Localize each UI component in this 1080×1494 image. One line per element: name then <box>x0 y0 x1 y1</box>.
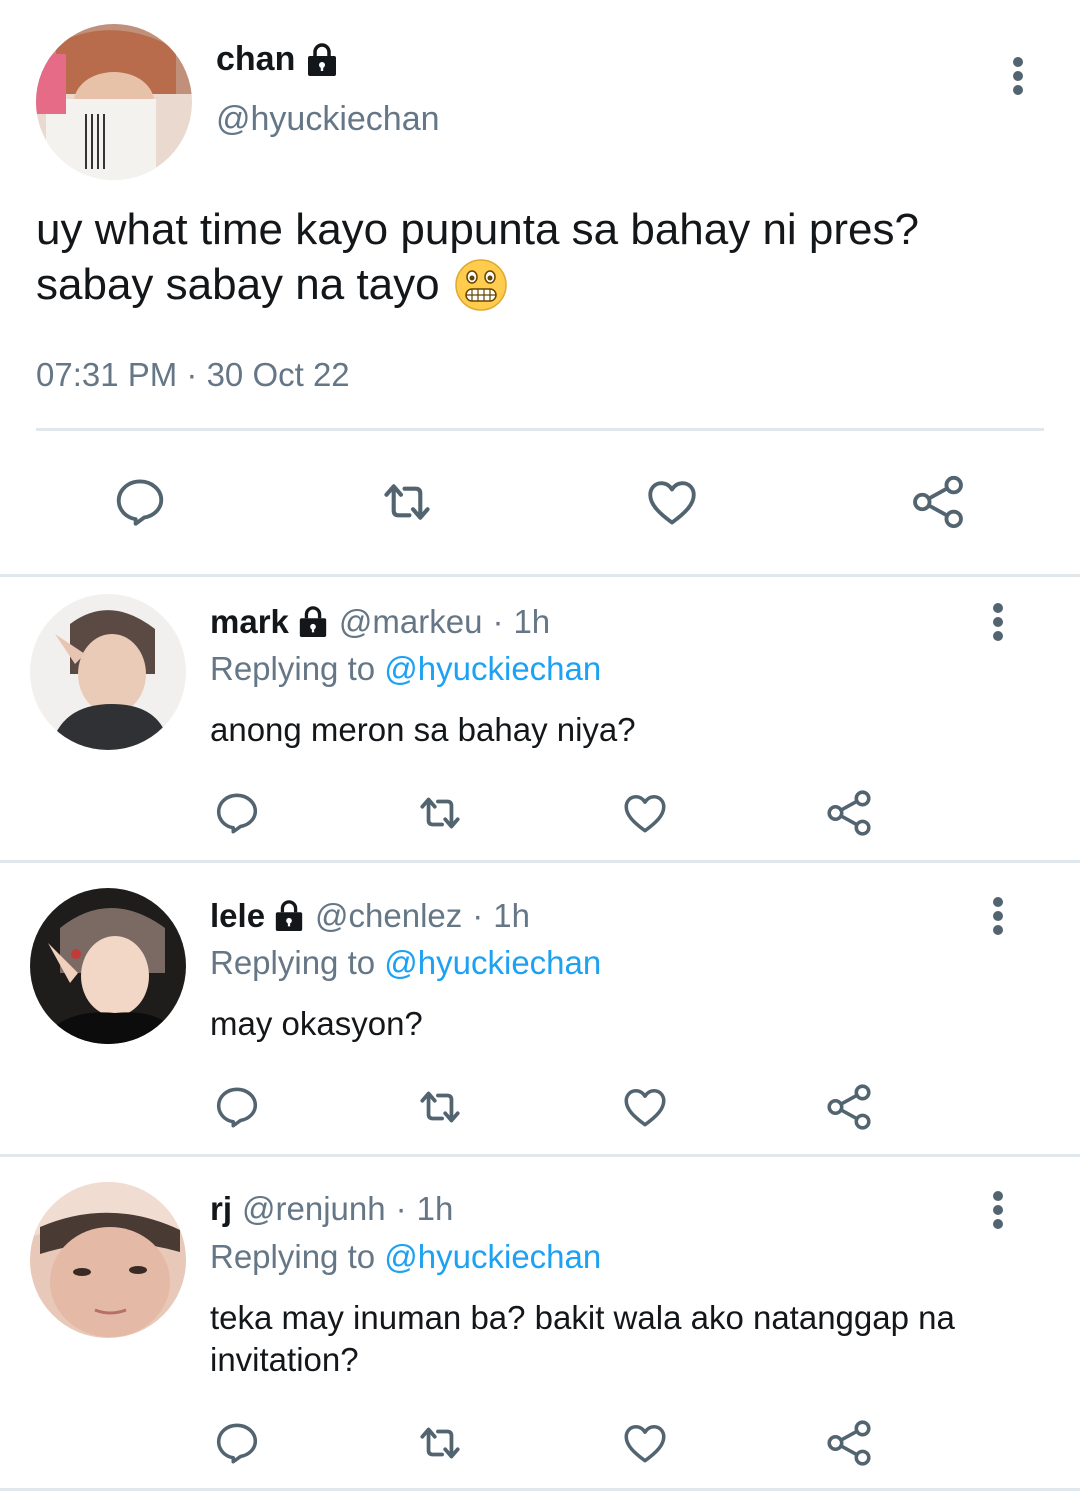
like-button[interactable] <box>618 1416 672 1470</box>
separator: · <box>395 1190 407 1227</box>
reply-author-name[interactable]: rj <box>210 1190 232 1228</box>
reply-author-name[interactable]: mark <box>210 603 329 641</box>
divider <box>0 1488 1080 1491</box>
reply-header: rj @renjunh · 1h <box>210 1190 453 1228</box>
retweet-icon <box>420 1091 460 1123</box>
reply-text: teka may inuman ba? bakit wala ako natan… <box>210 1299 955 1378</box>
grimacing-face-icon <box>454 258 508 312</box>
reply-text: anong meron sa bahay niya? <box>210 711 636 748</box>
tweet-text: uy what time kayo pupunta sa bahay ni pr… <box>36 202 1036 312</box>
lock-icon <box>273 900 305 932</box>
replying-prefix: Replying to <box>210 944 376 981</box>
separator: · <box>492 603 504 640</box>
avatar[interactable] <box>30 1182 186 1338</box>
retweet-button[interactable] <box>410 1416 470 1470</box>
reply-author-handle[interactable]: @markeu <box>339 603 483 641</box>
share-button[interactable] <box>822 786 876 840</box>
like-button[interactable] <box>618 1080 672 1134</box>
lock-icon <box>305 42 339 77</box>
reply-icon <box>216 793 258 834</box>
avatar[interactable] <box>30 888 186 1044</box>
share-icon <box>827 1420 871 1466</box>
reply-time: 1h <box>416 1190 454 1227</box>
reply-author-name-text: lele <box>210 897 266 934</box>
reply-icon <box>216 1087 258 1128</box>
more-options-icon[interactable] <box>978 886 1018 946</box>
like-icon <box>648 481 696 525</box>
reply-author-handle[interactable]: @renjunh <box>242 1190 386 1228</box>
author-handle[interactable]: @hyuckiechan <box>216 100 440 139</box>
reply-text: may okasyon? <box>210 1005 423 1042</box>
share-button[interactable] <box>906 470 970 534</box>
like-icon <box>624 1424 666 1463</box>
like-icon <box>624 794 666 833</box>
like-button[interactable] <box>618 786 672 840</box>
divider <box>0 574 1080 577</box>
replying-to-link[interactable]: @hyuckiechan <box>384 650 601 687</box>
replying-prefix: Replying to <box>210 650 376 687</box>
reply-button[interactable] <box>210 1416 264 1470</box>
avatar[interactable] <box>30 594 186 750</box>
replying-to: Replying to @hyuckiechan <box>210 1238 601 1276</box>
separator: · <box>472 897 484 934</box>
like-button[interactable] <box>640 470 704 534</box>
divider <box>0 860 1080 863</box>
share-button[interactable] <box>822 1080 876 1134</box>
reply-icon <box>216 1423 258 1464</box>
tweet-timestamp: 07:31 PM · 30 Oct 22 <box>36 356 350 393</box>
reply-author-name[interactable]: lele <box>210 897 305 935</box>
retweet-button[interactable] <box>410 1080 470 1134</box>
lock-icon <box>297 606 329 638</box>
share-button[interactable] <box>822 1416 876 1470</box>
replying-to: Replying to @hyuckiechan <box>210 650 601 688</box>
divider <box>0 1154 1080 1157</box>
reply-author-name-text: mark <box>210 603 289 640</box>
reply-time: 1h <box>513 603 551 640</box>
author-name-text: chan <box>216 40 296 78</box>
more-options-icon[interactable] <box>998 46 1038 106</box>
retweet-button[interactable] <box>372 470 442 534</box>
reply-author-name-text: rj <box>210 1190 233 1227</box>
replying-to-link[interactable]: @hyuckiechan <box>384 1238 601 1275</box>
reply-time: 1h <box>493 897 531 934</box>
retweet-button[interactable] <box>410 786 470 840</box>
author-name[interactable]: chan <box>216 40 339 79</box>
share-icon <box>827 790 871 836</box>
divider <box>36 428 1044 431</box>
reply-button[interactable] <box>108 470 172 534</box>
reply-author-handle[interactable]: @chenlez <box>315 897 462 935</box>
share-icon <box>913 475 963 529</box>
reply-header: lele @chenlez · 1h <box>210 897 530 935</box>
reply-button[interactable] <box>210 786 264 840</box>
replying-prefix: Replying to <box>210 1238 376 1275</box>
avatar[interactable] <box>36 24 192 180</box>
more-options-icon[interactable] <box>978 592 1018 652</box>
more-options-icon[interactable] <box>978 1180 1018 1240</box>
reply-button[interactable] <box>210 1080 264 1134</box>
tweet-text-line1: uy what time kayo pupunta sa bahay ni pr… <box>36 205 919 254</box>
share-icon <box>827 1084 871 1130</box>
retweet-icon <box>420 1427 460 1459</box>
reply-header: mark @markeu · 1h <box>210 603 550 641</box>
retweet-icon <box>384 484 430 520</box>
tweet-text-line2: sabay sabay na tayo <box>36 260 440 309</box>
replying-to-link[interactable]: @hyuckiechan <box>384 944 601 981</box>
retweet-icon <box>420 797 460 829</box>
reply-icon <box>116 479 164 526</box>
replying-to: Replying to @hyuckiechan <box>210 944 601 982</box>
like-icon <box>624 1088 666 1127</box>
